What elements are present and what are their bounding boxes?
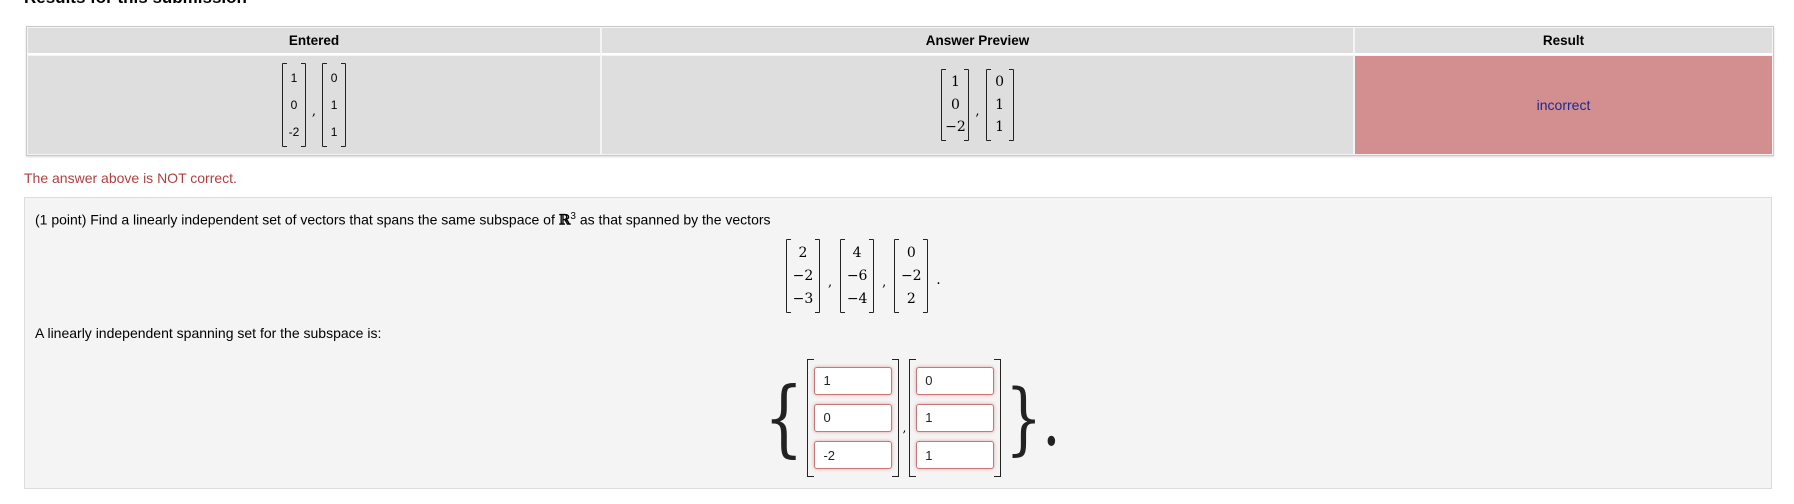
preview-vector-1: 1 0 −2 <box>941 68 970 142</box>
given-vectors-row: 2 −2 −3 , 4 −6 −4 , 0 −2 2 . <box>786 238 941 314</box>
problem-prefix: (1 point) Find a linearly independent se… <box>35 211 555 228</box>
answer-vector-1 <box>807 358 900 478</box>
header-result: Result <box>1354 27 1773 55</box>
given-period: . <box>936 272 941 288</box>
preview-separator: , <box>975 103 980 119</box>
entered-v1-entry-3: -2 <box>288 125 300 139</box>
given-v1-entry-2: −2 <box>792 268 814 284</box>
preview-v1-entry-1: 1 <box>950 74 960 90</box>
given-v2-entry-3: −4 <box>846 291 868 307</box>
given-vector-2: 4 −6 −4 <box>840 238 875 314</box>
left-brace: { <box>764 368 804 467</box>
given-v2-entry-2: −6 <box>846 268 868 284</box>
preview-v2-entry-2: 1 <box>995 96 1005 113</box>
results-row: 1 0 -2 , 0 1 1 1 0 −2 , 0 1 1 incorrect <box>27 55 1773 155</box>
given-v2-entry-1: 4 <box>852 245 862 261</box>
entered-cell: 1 0 -2 , 0 1 1 <box>27 55 601 155</box>
answer-v1-entry-2[interactable] <box>814 403 893 432</box>
given-v1-entry-3: −3 <box>792 291 814 307</box>
given-v3-entry-1: 0 <box>906 245 916 261</box>
answer-v2-entry-2[interactable] <box>916 403 995 432</box>
entered-vector-1: 1 0 -2 <box>281 62 306 148</box>
feedback-message: The answer above is NOT correct. <box>24 170 237 186</box>
entered-v1-entry-2: 0 <box>290 98 298 112</box>
result-cell: incorrect <box>1354 55 1773 155</box>
preview-vectors: 1 0 −2 , 0 1 1 <box>941 68 1014 142</box>
answer-set: { , }. <box>764 358 1061 478</box>
space-symbol: ℝ <box>558 212 571 229</box>
results-table: Entered Answer Preview Result 1 0 -2 , 0… <box>26 26 1774 156</box>
answer-separator: , <box>902 421 907 435</box>
given-v3-entry-3: 2 <box>906 291 916 307</box>
result-status: incorrect <box>1536 97 1591 113</box>
page-heading: Results for this submission <box>24 0 247 8</box>
preview-vector-2: 0 1 1 <box>985 68 1014 142</box>
preview-cell: 1 0 −2 , 0 1 1 <box>601 55 1354 155</box>
entered-v2-entry-1: 0 <box>330 71 338 85</box>
results-header-row: Entered Answer Preview Result <box>27 27 1773 55</box>
header-answer-preview: Answer Preview <box>601 27 1354 55</box>
entered-vector-2: 0 1 1 <box>322 62 347 148</box>
given-v3-entry-2: −2 <box>900 268 922 284</box>
answer-v2-entry-3[interactable] <box>916 441 995 470</box>
answer-vector-2 <box>909 358 1002 478</box>
entered-v2-entry-2: 1 <box>330 98 338 112</box>
header-entered: Entered <box>27 27 601 55</box>
entered-separator: , <box>311 103 317 119</box>
answer-v1-entry-1[interactable] <box>814 366 893 395</box>
given-vector-1: 2 −2 −3 <box>786 238 820 314</box>
problem-statement: (1 point) Find a linearly independent se… <box>35 211 771 229</box>
given-separator-2: , <box>882 274 887 290</box>
preview-v2-entry-1: 0 <box>995 74 1005 90</box>
entered-v1-entry-1: 1 <box>290 71 298 85</box>
answer-v2-entry-1[interactable] <box>916 366 995 395</box>
right-brace: }. <box>1005 372 1061 464</box>
problem-suffix: as that spanned by the vectors <box>579 211 771 228</box>
entered-v2-entry-3: 1 <box>330 125 338 139</box>
answer-v1-entry-3[interactable] <box>814 441 893 470</box>
problem-box: (1 point) Find a linearly independent se… <box>24 197 1772 489</box>
preview-v2-entry-3: 1 <box>995 119 1005 135</box>
given-separator-1: , <box>828 274 833 290</box>
entered-vectors: 1 0 -2 , 0 1 1 <box>281 62 347 148</box>
given-vectors: 2 −2 −3 , 4 −6 −4 , 0 −2 2 . <box>786 238 941 314</box>
given-v1-entry-1: 2 <box>798 245 808 261</box>
preview-v1-entry-3: −2 <box>945 119 966 135</box>
given-vector-3: 0 −2 2 <box>894 238 929 314</box>
space-exponent: 3 <box>570 211 576 222</box>
answer-label: A linearly independent spanning set for … <box>35 325 382 341</box>
preview-v1-entry-2: 0 <box>950 96 960 113</box>
